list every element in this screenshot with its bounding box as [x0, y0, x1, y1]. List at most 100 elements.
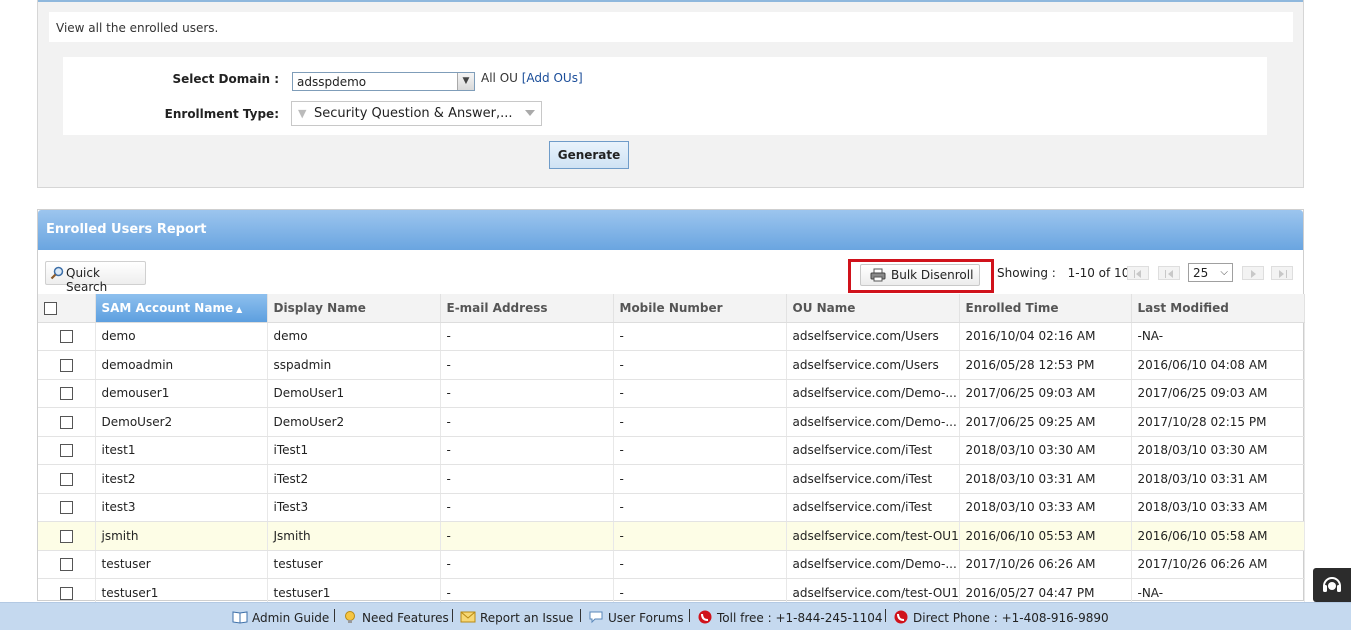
toll-free-label: Toll free : +1-844-245-1104 [717, 611, 883, 625]
row-checkbox[interactable] [59, 444, 73, 458]
chevron-down-icon[interactable]: ▼ [457, 73, 474, 90]
row-checkbox[interactable] [59, 358, 73, 372]
next-page-button[interactable] [1242, 266, 1264, 280]
cell-ou-name: adselfservice.com/Users [786, 350, 960, 380]
cell-display-name: DemoUser1 [267, 379, 441, 408]
cell-mobile-number: - [613, 493, 787, 522]
cell-last-modified: 2016/06/10 05:58 AM [1131, 521, 1305, 551]
row-select-cell [38, 322, 96, 351]
cell-ou-name: adselfservice.com/test-OU1 [786, 521, 960, 551]
cell-last-modified: 2018/03/10 03:30 AM [1131, 436, 1305, 465]
row-checkbox[interactable] [59, 415, 73, 429]
live-chat-button[interactable] [1313, 568, 1351, 602]
panel-top-border [38, 0, 1303, 2]
quick-search-label: Quick Search [66, 266, 108, 294]
page: View all the enrolled users. Select Doma… [0, 0, 1351, 630]
select-domain-label: Select Domain : [172, 72, 280, 86]
row-checkbox[interactable] [59, 472, 73, 486]
row-select-cell [38, 550, 96, 579]
row-checkbox[interactable] [59, 501, 73, 515]
footer-bar: Admin Guide Need Features Report an Issu… [0, 602, 1351, 630]
enrollment-type-label: Enrollment Type: [164, 107, 279, 121]
column-header-display-name[interactable]: Display Name [267, 294, 441, 323]
cell-enrolled-time: 2017/06/25 09:03 AM [959, 379, 1132, 408]
user-forums-link[interactable]: User Forums [588, 610, 683, 625]
column-label: SAM Account Name [101, 300, 234, 315]
column-header-sam-account-name[interactable]: SAM Account Name ▲ [95, 294, 268, 323]
table-row[interactable]: DemoUser2 DemoUser2- - adselfservice.com/De… [38, 407, 1305, 437]
table-row[interactable]: jsmith Jsmith - - adselfservice.com/test-OU1… [38, 521, 1305, 551]
previous-page-button[interactable] [1158, 266, 1180, 280]
ou-text: All OU [481, 71, 518, 85]
row-select-cell [38, 493, 96, 522]
row-checkbox[interactable] [59, 558, 73, 572]
column-header-email-address[interactable]: E-mail Address [440, 294, 614, 323]
cell-enrolled-time: 2018/03/10 03:30 AM [959, 436, 1132, 465]
first-page-arrow-icon [1136, 270, 1141, 278]
column-header-ou-name[interactable]: OU Name [786, 294, 960, 323]
column-header-enrolled-time[interactable]: Enrolled Time [959, 294, 1132, 323]
table-row[interactable]: itest2 iTest2- - adselfservice.com/iTest 201… [38, 464, 1305, 494]
sort-ascending-icon: ▲ [236, 304, 243, 314]
column-header-mobile-number[interactable]: Mobile Number [613, 294, 787, 323]
table-row[interactable]: testuser testuser - - adselfservice.com/Demo… [38, 550, 1305, 579]
cell-mobile-number: - [613, 407, 787, 437]
table-row[interactable]: itest3 iTest3- - adselfservice.com/iTest 201… [38, 493, 1305, 522]
row-select-cell [38, 350, 96, 380]
cell-display-name: testuser [267, 550, 441, 579]
search-icon [50, 266, 64, 280]
cell-ou-name: adselfservice.com/iTest [786, 464, 960, 494]
column-header-last-modified[interactable]: Last Modified [1131, 294, 1305, 323]
toll-free-number: Toll free : +1-844-245-1104 [697, 610, 882, 625]
cell-email-address: - [440, 521, 614, 551]
select-all-checkbox[interactable] [44, 301, 57, 315]
table-row[interactable]: demouser1 DemoUser1- - adselfservice.com/De… [38, 379, 1305, 408]
cell-display-name: sspadmin [267, 350, 441, 380]
table-row[interactable]: demoadmin sspadmin - - adselfservice.com/Use… [38, 350, 1305, 380]
generate-button[interactable]: Generate [549, 141, 629, 169]
cell-display-name: Jsmith [267, 521, 441, 551]
enrollment-type-select[interactable]: ▼ Security Question & Answer,... [291, 101, 542, 126]
admin-guide-link[interactable]: Admin Guide [232, 610, 329, 625]
quick-search-button[interactable]: Quick Search [45, 261, 146, 294]
phone-icon [894, 610, 908, 624]
add-ous-link[interactable]: [Add OUs] [522, 71, 583, 85]
row-checkbox[interactable] [59, 330, 73, 344]
table-header-row: SAM Account Name ▲ Display Name E-mail Ad… [38, 294, 1305, 323]
row-checkbox[interactable] [59, 586, 73, 600]
cell-last-modified: -NA- [1131, 322, 1305, 351]
filter-icon: ▼ [298, 107, 307, 120]
chevron-down-icon[interactable] [525, 110, 535, 116]
cell-display-name: demo [267, 322, 441, 351]
row-checkbox[interactable] [59, 387, 73, 401]
cell-enrolled-time: 2016/05/28 12:53 PM [959, 350, 1132, 380]
page-size-value: 25 [1193, 266, 1209, 280]
cell-sam-account-name: itest1 [95, 436, 268, 465]
cell-sam-account-name: itest2 [95, 464, 268, 494]
table-row[interactable]: demo demo - - adselfservice.com/Users 2016/10… [38, 322, 1305, 351]
cell-mobile-number: - [613, 521, 787, 551]
cell-sam-account-name: demo [95, 322, 268, 351]
envelope-icon [460, 611, 476, 623]
first-page-button[interactable] [1127, 266, 1149, 280]
cell-ou-name: adselfservice.com/Users [786, 322, 960, 351]
row-checkbox[interactable] [59, 529, 73, 543]
book-icon [232, 611, 248, 624]
footer-separator [580, 609, 581, 622]
bulk-disenroll-button[interactable]: Bulk Disenroll [860, 264, 980, 286]
bulk-disenroll-label: Bulk Disenroll [891, 268, 974, 282]
table-row[interactable]: itest1 iTest1- - adselfservice.com/iTest 201… [38, 436, 1305, 465]
cell-email-address: - [440, 550, 614, 579]
last-page-button[interactable] [1271, 266, 1293, 280]
cell-mobile-number: - [613, 550, 787, 579]
need-features-link[interactable]: Need Features [342, 610, 449, 625]
cell-email-address: - [440, 322, 614, 351]
domain-select[interactable]: adsspdemo ▼ [292, 72, 475, 91]
cell-enrolled-time: 2017/06/25 09:25 AM [959, 407, 1132, 437]
report-issue-link[interactable]: Report an Issue [460, 610, 573, 625]
row-select-cell [38, 464, 96, 494]
lightbulb-icon [345, 611, 355, 623]
last-page-icon [1286, 270, 1287, 278]
page-size-select[interactable]: 25 ⌵ [1188, 263, 1233, 282]
ou-selection: All OU [Add OUs] [481, 71, 583, 85]
